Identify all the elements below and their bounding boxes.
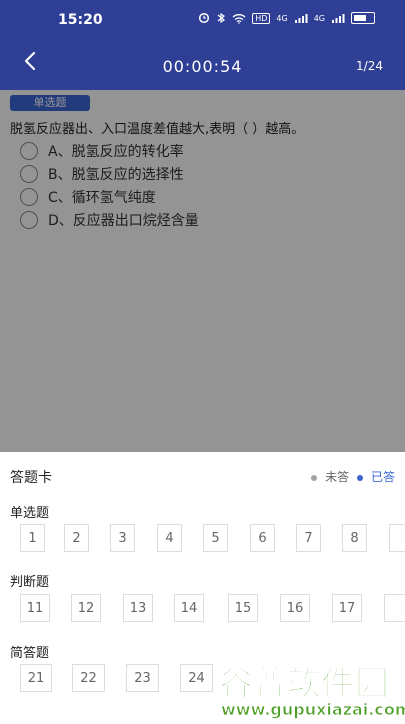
legend-unanswered-label: 未答 bbox=[325, 470, 350, 484]
question-cell-partial[interactable] bbox=[384, 594, 405, 622]
question-cell[interactable]: 4 bbox=[157, 524, 182, 552]
exam-timer: 00:00:54 bbox=[162, 57, 243, 76]
question-cell[interactable]: 11 bbox=[20, 594, 50, 622]
hd-badge: HD bbox=[252, 12, 271, 24]
question-cell[interactable]: 17 bbox=[332, 594, 362, 622]
legend-unanswered: 未答 bbox=[311, 468, 349, 485]
bluetooth-icon bbox=[217, 12, 226, 24]
watermark-title: 谷普软件园 bbox=[219, 664, 389, 704]
question-cell[interactable]: 6 bbox=[250, 524, 275, 552]
question-cell[interactable]: 3 bbox=[110, 524, 135, 552]
status-bar: 15:20 HD 4G 4G bbox=[0, 0, 405, 40]
question-cell[interactable]: 12 bbox=[71, 594, 101, 622]
status-time: 15:20 bbox=[58, 12, 103, 28]
battery-icon bbox=[351, 12, 375, 24]
watermark-logo: 谷普软件园 www.gupuxiazai.com bbox=[215, 656, 405, 720]
signal-icon bbox=[294, 13, 308, 23]
status-icons: HD 4G 4G bbox=[198, 12, 375, 24]
question-cell[interactable]: 1 bbox=[20, 524, 45, 552]
section-true-false-label: 判断题 bbox=[10, 575, 50, 590]
blue-dot-icon bbox=[357, 474, 364, 481]
question-cell[interactable]: 5 bbox=[203, 524, 228, 552]
question-cell-partial[interactable] bbox=[389, 524, 405, 552]
alarm-icon bbox=[199, 12, 210, 24]
true-false-row: 11 12 13 14 15 16 17 bbox=[0, 594, 405, 624]
gray-dot-icon bbox=[311, 474, 318, 481]
header-bar: 00:00:54 1/24 bbox=[0, 40, 405, 90]
answer-sheet-title: 答题卡 bbox=[10, 470, 52, 486]
signal-1-label: 4G bbox=[276, 13, 288, 23]
question-cell[interactable]: 23 bbox=[126, 664, 159, 692]
section-short-answer-label: 简答题 bbox=[10, 646, 50, 661]
signal-icon-2 bbox=[332, 13, 345, 23]
question-cell[interactable]: 15 bbox=[228, 594, 258, 622]
question-cell[interactable]: 2 bbox=[64, 524, 89, 552]
wifi-icon bbox=[232, 13, 246, 24]
signal-2-label: 4G bbox=[313, 13, 325, 23]
legend-answered-label: 已答 bbox=[370, 470, 395, 484]
question-cell[interactable]: 13 bbox=[123, 594, 153, 622]
question-cell[interactable]: 21 bbox=[20, 664, 52, 692]
single-choice-row: 1 2 3 4 5 6 7 8 bbox=[0, 524, 405, 554]
question-cell[interactable]: 24 bbox=[180, 664, 213, 692]
question-cell[interactable]: 14 bbox=[174, 594, 204, 622]
section-single-choice-label: 单选题 bbox=[10, 506, 50, 521]
watermark-url: www.gupuxiazai.com bbox=[221, 700, 405, 719]
answer-legend: 未答 已答 bbox=[311, 468, 395, 485]
question-cell[interactable]: 7 bbox=[296, 524, 321, 552]
question-cell[interactable]: 16 bbox=[280, 594, 310, 622]
question-cell[interactable]: 22 bbox=[72, 664, 105, 692]
question-cell[interactable]: 8 bbox=[342, 524, 367, 552]
question-progress: 1/24 bbox=[356, 59, 383, 73]
watermark-graphic: 谷普软件园 www.gupuxiazai.com bbox=[215, 656, 405, 720]
legend-answered: 已答 bbox=[357, 468, 395, 485]
